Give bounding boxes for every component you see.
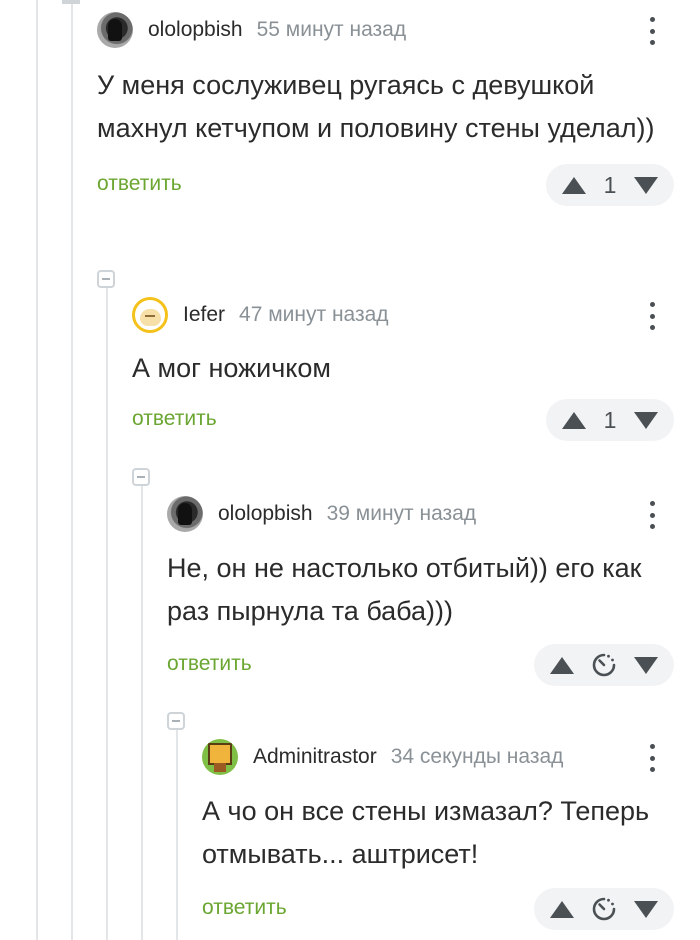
downvote-arrow-icon[interactable] xyxy=(633,411,658,429)
comment-text: У меня сослуживец ругаясь с девушкой мах… xyxy=(97,70,655,143)
reply-link[interactable]: ответить xyxy=(132,407,217,431)
comment: ololopbish 55 минут назад У меня сослужи… xyxy=(97,12,700,206)
vote-box: 1 xyxy=(546,399,674,441)
more-options-icon[interactable] xyxy=(642,499,662,531)
timer-icon xyxy=(592,653,616,677)
comment-footer: ответить 1 xyxy=(97,164,700,206)
comment: ololopbish 39 минут назад Не, он не наст… xyxy=(167,496,700,686)
vote-box xyxy=(534,644,674,686)
comment-header: ololopbish 39 минут назад xyxy=(167,496,700,532)
thread-line-level-1 xyxy=(71,0,73,940)
username[interactable]: Iefer xyxy=(183,303,225,327)
rating-count: 1 xyxy=(603,171,617,198)
upvote-arrow-icon[interactable] xyxy=(562,176,586,194)
thread-line-level-0 xyxy=(36,0,38,940)
reply-link[interactable]: ответить xyxy=(202,896,287,920)
username[interactable]: Adminitrastor xyxy=(253,745,377,769)
more-options-icon[interactable] xyxy=(642,300,662,332)
thread-line-level-4 xyxy=(176,722,178,940)
thread-line-level-3 xyxy=(141,480,143,940)
user-avatar[interactable] xyxy=(132,297,168,333)
comment-time[interactable]: 34 секунды назад xyxy=(391,745,564,769)
vote-box: 1 xyxy=(546,164,674,206)
rating-count: 1 xyxy=(603,406,617,433)
comment: Adminitrastor 34 секунды назад А чо он в… xyxy=(202,739,700,930)
username[interactable]: ololopbish xyxy=(218,502,313,526)
reply-link[interactable]: ответить xyxy=(97,172,182,196)
upvote-arrow-icon[interactable] xyxy=(550,900,574,918)
downvote-arrow-icon[interactable] xyxy=(634,656,658,674)
comment-time[interactable]: 47 минут назад xyxy=(239,303,389,327)
collapse-thread-button[interactable] xyxy=(167,712,185,730)
comment-footer: ответить xyxy=(167,644,700,686)
more-options-icon[interactable] xyxy=(642,15,662,47)
comment-text: Не, он не настолько отбитый)) его как ра… xyxy=(167,553,642,626)
username[interactable]: ololopbish xyxy=(148,18,243,42)
comment-text: А мог ножичком xyxy=(132,353,331,383)
upvote-arrow-icon[interactable] xyxy=(562,411,586,429)
comment-time[interactable]: 39 минут назад xyxy=(327,502,477,526)
downvote-arrow-icon[interactable] xyxy=(634,900,658,918)
comment-footer: ответить 1 xyxy=(132,399,700,441)
comment-footer: ответить xyxy=(202,888,700,930)
vote-box xyxy=(534,888,674,930)
reply-link[interactable]: ответить xyxy=(167,652,252,676)
upvote-arrow-icon[interactable] xyxy=(550,656,574,674)
user-avatar[interactable] xyxy=(202,739,238,775)
comment-time[interactable]: 55 минут назад xyxy=(257,18,407,42)
collapse-thread-button[interactable] xyxy=(97,270,115,288)
more-options-icon[interactable] xyxy=(642,742,662,774)
comment-header: Adminitrastor 34 секунды назад xyxy=(202,739,700,775)
comment-header: Iefer 47 минут назад xyxy=(132,297,700,333)
comment-text: А чо он все стены измазал? Теперь отмыва… xyxy=(202,796,650,869)
thread-connector xyxy=(62,0,80,4)
thread-line-level-2 xyxy=(106,282,108,940)
user-avatar[interactable] xyxy=(167,496,203,532)
downvote-arrow-icon[interactable] xyxy=(633,176,658,194)
user-avatar[interactable] xyxy=(97,12,133,48)
timer-icon xyxy=(592,897,616,921)
comment: Iefer 47 минут назад А мог ножичком отве… xyxy=(132,297,700,441)
collapse-thread-button[interactable] xyxy=(132,468,150,486)
comment-header: ololopbish 55 минут назад xyxy=(97,12,700,48)
